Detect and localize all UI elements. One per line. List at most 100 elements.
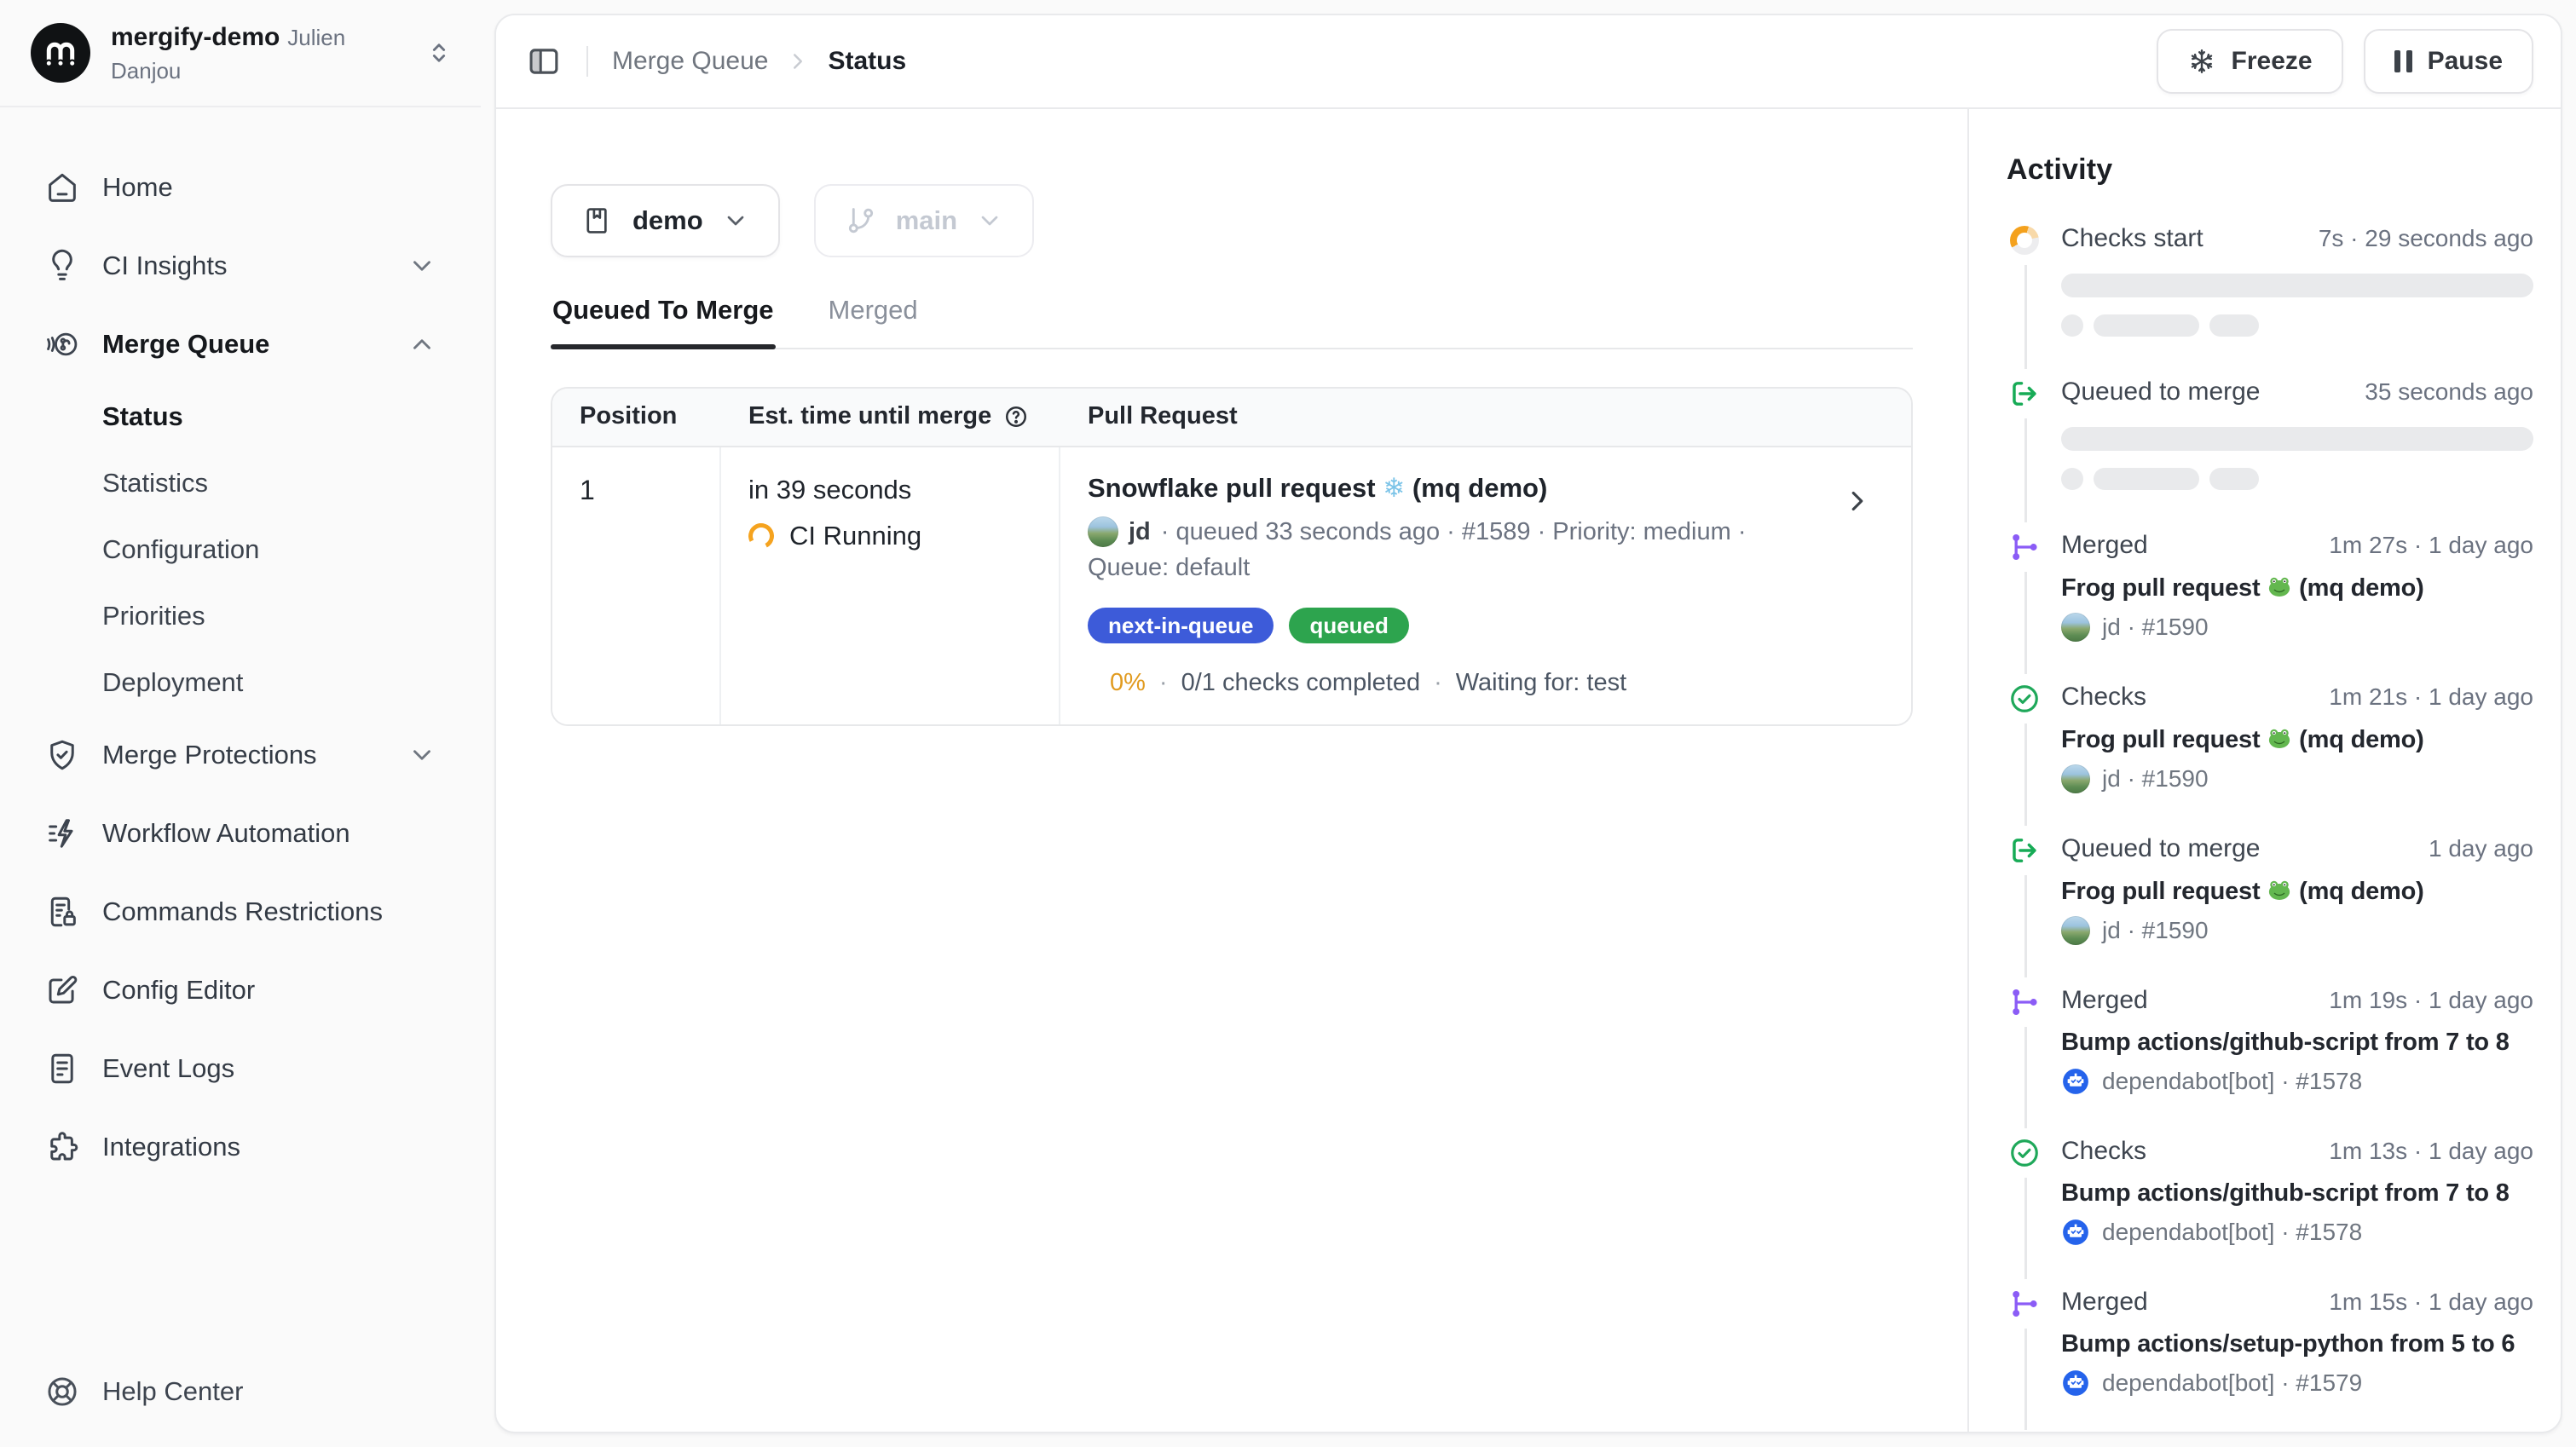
check-circle-icon: [2008, 1137, 2041, 1169]
chevrons-up-down-icon: [425, 38, 453, 67]
git-merge-icon: [2008, 986, 2041, 1018]
sidebar-item-integrations[interactable]: Integrations: [27, 1108, 453, 1186]
activity-entry[interactable]: Merged1m 27s · 1 day agoFrog pull reques…: [2010, 531, 2533, 683]
sidebar-item-config-editor[interactable]: Config Editor: [27, 951, 453, 1029]
jd-avatar: [2061, 764, 2090, 793]
chevron-down-icon: [407, 741, 436, 770]
pr-author[interactable]: jd: [1129, 514, 1151, 550]
snowflake-icon: [2187, 47, 2216, 76]
sidebar-item-statistics[interactable]: Statistics: [27, 450, 453, 516]
checks-progress: 0%: [1110, 669, 1146, 697]
checks-start-spinner-icon: [2010, 226, 2039, 255]
git-merge-icon: [2008, 1288, 2041, 1320]
activity-entry-time: 1m 19s · 1 day ago: [2329, 987, 2533, 1014]
column-est-time: Est. time until merge: [721, 389, 1060, 446]
activity-feed: Checks start7s · 29 seconds agoQueued to…: [2007, 224, 2533, 1432]
git-merge-icon: [2008, 531, 2041, 563]
file-lock-icon: [44, 894, 80, 930]
activity-pr-byline[interactable]: dependabot[bot] · #1578: [2061, 1218, 2533, 1247]
sidebar-item-home[interactable]: Home: [27, 148, 453, 227]
branch-value: main: [896, 205, 957, 236]
activity-pr-title[interactable]: Frog pull request (mq demo): [2061, 574, 2533, 602]
repository-icon: [581, 205, 614, 237]
activity-pr-title[interactable]: Frog pull request (mq demo): [2061, 725, 2533, 754]
activity-entry-time: 1m 21s · 1 day ago: [2329, 683, 2533, 711]
tab-queued-to-merge[interactable]: Queued To Merge: [551, 278, 776, 348]
pause-button[interactable]: Pause: [2364, 29, 2533, 94]
activity-pr-byline[interactable]: jd · #1590: [2061, 916, 2533, 945]
edit-icon: [44, 972, 80, 1008]
activity-pr-byline[interactable]: dependabot[bot] · #1579: [2061, 1369, 2533, 1398]
life-buoy-icon: [44, 1374, 80, 1410]
activity-pr-title[interactable]: Bump actions/setup-python from 5 to 6: [2061, 1330, 2533, 1358]
sidebar: mergify-demo Julien Danjou HomeCI Insigh…: [0, 0, 481, 1447]
activity-entry[interactable]: Merged1m 15s · 1 day agoBump actions/set…: [2010, 1288, 2533, 1432]
sidebar-item-event-logs[interactable]: Event Logs: [27, 1029, 453, 1108]
sidebar-item-merge-protections[interactable]: Merge Protections: [27, 716, 453, 794]
skeleton-dot: [2061, 314, 2083, 337]
tab-merged[interactable]: Merged: [827, 278, 920, 348]
sidebar-item-merge-queue[interactable]: Merge Queue: [27, 305, 453, 383]
skeleton-bar: [2061, 274, 2533, 297]
help-circle-icon[interactable]: [1003, 404, 1029, 429]
activity-entry[interactable]: Checks start7s · 29 seconds ago: [2010, 224, 2533, 378]
skeleton-bar: [2094, 314, 2199, 337]
queued-to-merge-icon: [2008, 378, 2041, 410]
activity-entry[interactable]: Merged1m 19s · 1 day agoBump actions/git…: [2010, 986, 2533, 1137]
activity-title: Activity: [2007, 153, 2533, 187]
activity-pr-byline[interactable]: jd · #1590: [2061, 764, 2533, 793]
sidebar-item-commands-restrictions[interactable]: Commands Restrictions: [27, 873, 453, 951]
activity-entry[interactable]: Checks1m 13s · 1 day agoBump actions/git…: [2010, 1137, 2533, 1288]
sidebar-item-workflow-automation[interactable]: Workflow Automation: [27, 794, 453, 873]
pr-title[interactable]: Snowflake pull request ❄ (mq demo): [1088, 473, 1829, 504]
file-text-icon: [44, 1051, 80, 1087]
branch-select[interactable]: main: [814, 184, 1034, 257]
activity-entry-time: 1m 27s · 1 day ago: [2329, 532, 2533, 559]
sidebar-item-ci-insights[interactable]: CI Insights: [27, 227, 453, 305]
workspace-switcher[interactable]: mergify-demo Julien Danjou: [0, 0, 481, 107]
waiting-for: Waiting for: test: [1456, 669, 1626, 697]
activity-pr-byline[interactable]: jd · #1590: [2061, 613, 2533, 642]
workspace-name: mergify-demo: [111, 23, 280, 51]
home-icon: [44, 170, 80, 205]
eta-value: in 39 seconds: [748, 475, 1031, 505]
jd-avatar: [2061, 916, 2090, 945]
sidebar-toggle-button[interactable]: [525, 43, 563, 80]
sidebar-item-deployment[interactable]: Deployment: [27, 649, 453, 716]
pr-meta-text: · queued 33 seconds ago · #1589 · Priori…: [1161, 514, 1747, 550]
breadcrumb-merge-queue[interactable]: Merge Queue: [612, 47, 768, 76]
chevron-down-icon: [722, 207, 749, 234]
column-position: Position: [552, 389, 721, 446]
divider: [586, 46, 588, 77]
badge-queued: queued: [1289, 608, 1408, 643]
breadcrumb-status: Status: [828, 47, 906, 76]
sidebar-item-configuration[interactable]: Configuration: [27, 516, 453, 583]
activity-entry[interactable]: Queued to merge35 seconds ago: [2010, 378, 2533, 531]
skeleton-dot: [2061, 468, 2083, 490]
queue-row[interactable]: 1 in 39 seconds CI Running Snowflake pul…: [552, 447, 1911, 724]
freeze-button[interactable]: Freeze: [2157, 29, 2343, 94]
activity-pr-title[interactable]: Bump actions/github-script from 7 to 8: [2061, 1029, 2533, 1057]
activity-entry[interactable]: Checks1m 21s · 1 day agoFrog pull reques…: [2010, 683, 2533, 834]
sidebar-item-priorities[interactable]: Priorities: [27, 583, 453, 649]
activity-pr-title[interactable]: Frog pull request (mq demo): [2061, 877, 2533, 906]
row-chevron-right-icon[interactable]: [1841, 485, 1874, 517]
dependabot-avatar: [2061, 1067, 2090, 1096]
activity-entry-title: Checks: [2061, 1137, 2146, 1166]
activity-pr-title[interactable]: Bump actions/github-script from 7 to 8: [2061, 1179, 2533, 1208]
queue-content: demo main: [496, 109, 1967, 1432]
sidebar-item-status[interactable]: Status: [27, 383, 453, 450]
help-center-label: Help Center: [102, 1376, 243, 1407]
breadcrumb: Merge Queue Status: [612, 47, 906, 76]
activity-entry-time: 7s · 29 seconds ago: [2319, 225, 2533, 252]
ci-status: CI Running: [789, 521, 921, 551]
repository-select[interactable]: demo: [551, 184, 780, 257]
sidebar-item-help-center[interactable]: Help Center: [44, 1374, 243, 1410]
queued-to-merge-icon: [2008, 834, 2041, 867]
shield-check-icon: [44, 737, 80, 773]
ci-running-spinner-icon: [745, 520, 777, 552]
activity-entry-title: Queued to merge: [2061, 834, 2260, 863]
activity-pr-byline[interactable]: dependabot[bot] · #1578: [2061, 1067, 2533, 1096]
activity-entry[interactable]: Queued to merge1 day agoFrog pull reques…: [2010, 834, 2533, 986]
frog-emoji: [2267, 574, 2292, 602]
